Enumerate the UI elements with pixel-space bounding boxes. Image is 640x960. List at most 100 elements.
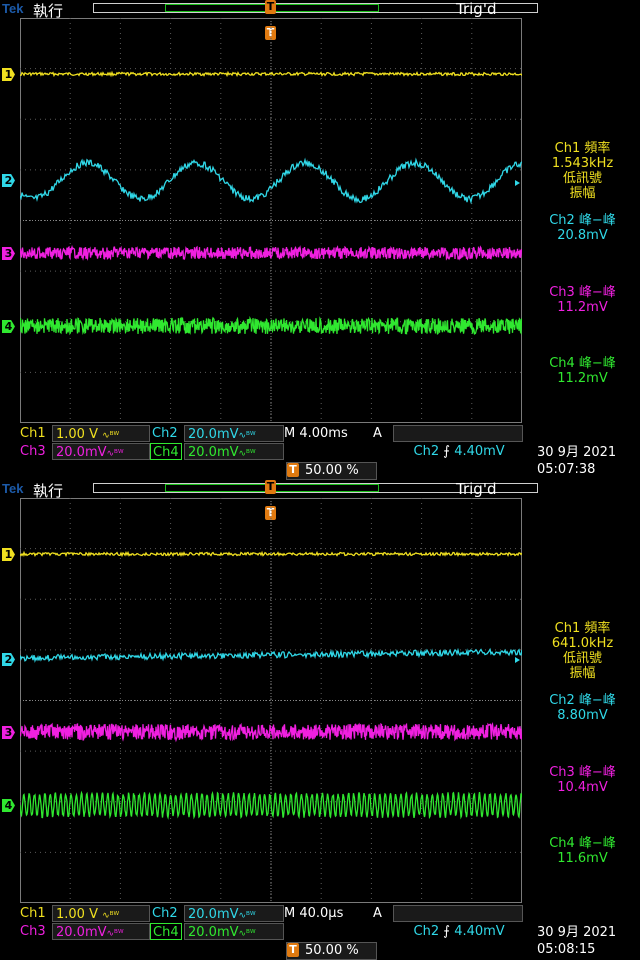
brand-logo: Tek	[2, 1, 24, 16]
ch4-scale[interactable]: 20.0mV∿ᴮᵂ	[184, 443, 284, 460]
measurement-title: Ch4 峰−峰	[549, 836, 616, 851]
rising-edge-icon: ⨍	[443, 444, 451, 459]
ch1-label[interactable]: Ch1	[18, 905, 48, 922]
measurement-ch3-pkpk: Ch3 峰−峰 10.4mV	[525, 765, 640, 795]
top-bar: Tek 執行 T Trig'd	[0, 480, 640, 500]
timebase[interactable]: M 4.00ms	[284, 425, 348, 442]
ch4-trace	[20, 315, 522, 336]
brand-logo: Tek	[2, 481, 24, 496]
measurement-value: 641.0kHz	[551, 636, 614, 651]
measurement-title: Ch3 峰−峰	[549, 285, 616, 300]
waveform-graticule	[20, 498, 522, 903]
ch1-marker-icon: 1	[2, 548, 15, 561]
ch4-scale-value: 20.0mV	[188, 925, 239, 940]
bandwidth-icon: ∿ᴮᵂ	[238, 449, 256, 459]
bandwidth-icon: ∿ᴮᵂ	[238, 431, 256, 441]
ch1-scale-value: 1.00 V	[56, 427, 98, 442]
trigger-mode: A	[373, 906, 382, 921]
date: 30 9月 2021	[537, 445, 617, 460]
ch4-trace	[20, 790, 522, 820]
measurement-title: Ch3 峰−峰	[549, 765, 616, 780]
measurement-title: Ch1 頻率	[554, 141, 611, 156]
measurement-value: 10.4mV	[557, 780, 608, 795]
trigger-level: 4.40mV	[454, 444, 505, 459]
ch2-scale[interactable]: 20.0mV∿ᴮᵂ	[184, 425, 284, 442]
ch2-scale-value: 20.0mV	[188, 907, 239, 922]
top-bar: Tek 執行 T Trig'd	[0, 0, 640, 20]
waveform-graticule	[20, 18, 522, 423]
trigger-position-icon: T	[265, 480, 276, 494]
ch4-label[interactable]: Ch4	[150, 923, 182, 940]
measurement-value: 8.80mV	[557, 708, 608, 723]
ch4-marker-icon: 4	[2, 799, 15, 812]
ch4-marker-icon: 4	[2, 320, 15, 333]
ch3-scale-value: 20.0mV	[56, 445, 107, 460]
rising-edge-icon: ⨍	[443, 924, 451, 939]
measurement-note: 振幅	[569, 186, 596, 201]
ch4-scale[interactable]: 20.0mV∿ᴮᵂ	[184, 923, 284, 940]
bandwidth-icon: ∿ᴮᵂ	[106, 929, 124, 939]
measurement-note: 低訊號	[562, 651, 602, 666]
ch1-scale[interactable]: 1.00 V ∿ᴮᵂ	[52, 905, 150, 922]
ch3-marker-icon: 3	[2, 247, 15, 260]
measurement-value: 1.543kHz	[551, 156, 614, 171]
bandwidth-icon: ∿ᴮᵂ	[238, 911, 256, 921]
ch3-scale-value: 20.0mV	[56, 925, 107, 940]
trigger-icon: T	[287, 463, 299, 477]
scope-panel-1: Tek 執行 T Trig'd T 1 2 3 4 Ch1 頻率 1.543kH…	[0, 0, 640, 480]
measurement-title: Ch1 頻率	[554, 621, 611, 636]
measurement-value: 11.6mV	[557, 851, 608, 866]
measurement-note: 低訊號	[562, 171, 602, 186]
trigger-position[interactable]: 50.00 %	[286, 462, 377, 480]
ch3-marker-icon: 3	[2, 726, 15, 739]
measurement-ch3-pkpk: Ch3 峰−峰 11.2mV	[525, 285, 640, 315]
measurement-ch2-pkpk: Ch2 峰−峰 20.8mV	[525, 213, 640, 243]
ch2-label[interactable]: Ch2	[150, 425, 180, 442]
measurement-title: Ch2 峰−峰	[549, 213, 616, 228]
trigger-mode: A	[373, 426, 382, 441]
ch2-level-arrow-icon	[515, 657, 520, 663]
ch3-label[interactable]: Ch3	[18, 923, 48, 940]
ch3-scale[interactable]: 20.0mV∿ᴮᵂ	[52, 443, 150, 460]
ch1-label[interactable]: Ch1	[18, 425, 48, 442]
measurement-value: 11.2mV	[557, 371, 608, 386]
ch2-label[interactable]: Ch2	[150, 905, 180, 922]
bandwidth-icon: ∿ᴮᵂ	[106, 449, 124, 459]
trigger-source: Ch2	[413, 924, 440, 939]
ch3-scale[interactable]: 20.0mV∿ᴮᵂ	[52, 923, 150, 940]
trigger-readout[interactable]: Ch2 ⨍ 4.40mV	[393, 425, 523, 459]
date: 30 9月 2021	[537, 925, 617, 940]
measurement-ch4-pkpk: Ch4 峰−峰 11.2mV	[525, 356, 640, 386]
trigger-position-icon: T	[265, 0, 276, 14]
ch4-scale-value: 20.0mV	[188, 445, 239, 460]
measurement-value: 11.2mV	[557, 300, 608, 315]
time: 05:08:15	[537, 942, 596, 957]
measurement-note: 振幅	[569, 666, 596, 681]
ch2-scale-value: 20.0mV	[188, 427, 239, 442]
trigger-icon: T	[287, 943, 299, 957]
trigger-readout[interactable]: Ch2 ⨍ 4.40mV	[393, 905, 523, 939]
ch1-scale[interactable]: 1.00 V ∿ᴮᵂ	[52, 425, 150, 442]
ch4-label[interactable]: Ch4	[150, 443, 182, 460]
ch2-scale[interactable]: 20.0mV∿ᴮᵂ	[184, 905, 284, 922]
measurement-ch1-freq: Ch1 頻率 641.0kHz 低訊號 振幅	[525, 621, 640, 681]
measurement-value: 20.8mV	[557, 228, 608, 243]
measurement-ch1-freq: Ch1 頻率 1.543kHz 低訊號 振幅	[525, 141, 640, 201]
bandwidth-icon: ∿ᴮᵂ	[102, 431, 120, 441]
ch2-trace	[20, 157, 522, 205]
measurement-title: Ch2 峰−峰	[549, 693, 616, 708]
ch2-marker-icon: 2	[2, 174, 15, 187]
time: 05:07:38	[537, 462, 596, 477]
ch1-marker-icon: 1	[2, 68, 15, 81]
trigger-status: Trig'd	[456, 0, 497, 18]
measurement-ch2-pkpk: Ch2 峰−峰 8.80mV	[525, 693, 640, 723]
trigger-source: Ch2	[413, 444, 440, 459]
measurement-title: Ch4 峰−峰	[549, 356, 616, 371]
measurement-ch4-pkpk: Ch4 峰−峰 11.6mV	[525, 836, 640, 866]
bandwidth-icon: ∿ᴮᵂ	[238, 929, 256, 939]
trigger-status: Trig'd	[456, 480, 497, 498]
trigger-position[interactable]: 50.00 %	[286, 942, 377, 960]
bandwidth-icon: ∿ᴮᵂ	[102, 911, 120, 921]
ch3-label[interactable]: Ch3	[18, 443, 48, 460]
timebase[interactable]: M 40.0µs	[284, 905, 343, 922]
